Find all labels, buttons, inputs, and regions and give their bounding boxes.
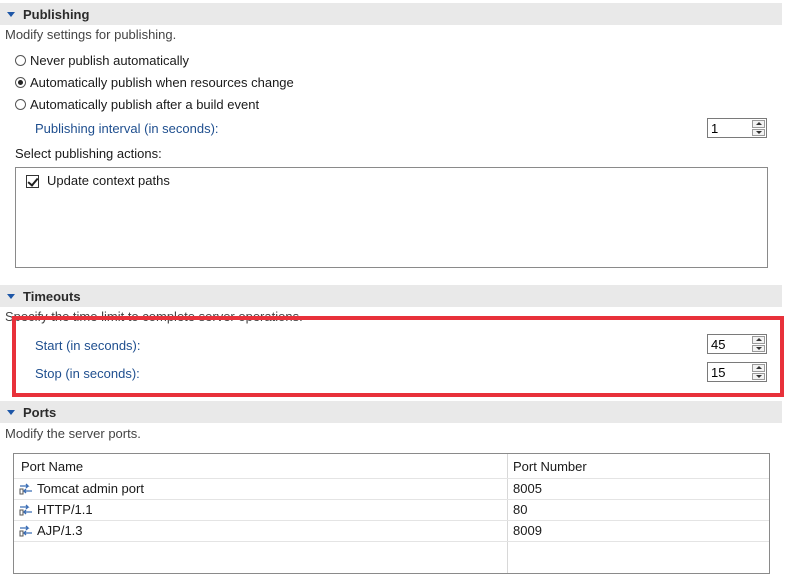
checkbox-checked-icon[interactable] xyxy=(26,175,39,188)
collapse-triangle-icon[interactable] xyxy=(7,409,15,415)
spin-up-button[interactable] xyxy=(752,364,765,372)
port-number-cell[interactable]: 8009 xyxy=(513,523,542,538)
radio-label: Automatically publish when resources cha… xyxy=(30,74,294,90)
spin-up-button[interactable] xyxy=(752,120,765,128)
ports-description: Modify the server ports. xyxy=(5,426,141,441)
timeouts-section-header[interactable]: Timeouts xyxy=(0,285,782,307)
radio-label: Never publish automatically xyxy=(30,52,189,68)
column-header-port-name[interactable]: Port Name xyxy=(21,459,83,474)
spin-down-button[interactable] xyxy=(752,344,765,352)
stop-timeout-input[interactable] xyxy=(708,363,755,381)
ports-table[interactable]: Port Name Port Number Tomcat admin port … xyxy=(13,453,770,574)
publishing-interval-label: Publishing interval (in seconds): xyxy=(35,121,219,136)
start-timeout-spinner[interactable] xyxy=(707,334,767,354)
collapse-triangle-icon[interactable] xyxy=(7,293,15,299)
port-link-icon xyxy=(19,504,32,516)
radio-never-publish[interactable]: Never publish automatically xyxy=(15,51,189,69)
spin-down-button[interactable] xyxy=(752,372,765,380)
ports-section-header[interactable]: Ports xyxy=(0,401,782,423)
action-update-context-paths[interactable]: Update context paths xyxy=(47,173,170,188)
stop-timeout-spinner[interactable] xyxy=(707,362,767,382)
port-name-cell[interactable]: Tomcat admin port xyxy=(37,481,144,496)
radio-label: Automatically publish after a build even… xyxy=(30,96,260,112)
table-row-empty xyxy=(14,541,769,563)
radio-selected-icon[interactable] xyxy=(15,76,26,88)
publishing-header-label: Publishing xyxy=(23,6,90,22)
start-timeout-input[interactable] xyxy=(708,335,755,353)
radio-publish-after-build[interactable]: Automatically publish after a build even… xyxy=(15,95,259,113)
radio-icon[interactable] xyxy=(15,54,26,66)
port-name-cell[interactable]: AJP/1.3 xyxy=(37,523,83,538)
radio-publish-on-change[interactable]: Automatically publish when resources cha… xyxy=(15,73,294,91)
arrow-down-icon xyxy=(755,130,762,134)
column-header-port-number[interactable]: Port Number xyxy=(513,459,587,474)
port-number-cell[interactable]: 8005 xyxy=(513,481,542,496)
table-row[interactable]: HTTP/1.1 80 xyxy=(14,499,769,521)
arrow-down-icon xyxy=(755,374,762,378)
publishing-actions-label: Select publishing actions: xyxy=(15,146,162,161)
publishing-description: Modify settings for publishing. xyxy=(5,27,177,42)
timeouts-description: Specify the time limit to complete serve… xyxy=(5,309,303,324)
publishing-actions-list[interactable]: Update context paths xyxy=(15,167,768,268)
stop-timeout-label: Stop (in seconds): xyxy=(35,366,140,381)
spin-up-button[interactable] xyxy=(752,336,765,344)
arrow-down-icon xyxy=(755,346,762,350)
publishing-section-header[interactable]: Publishing xyxy=(0,3,782,25)
port-link-icon xyxy=(19,483,32,495)
port-name-cell[interactable]: HTTP/1.1 xyxy=(37,502,93,517)
spin-down-button[interactable] xyxy=(752,128,765,136)
port-link-icon xyxy=(19,525,32,537)
arrow-up-icon xyxy=(755,366,762,370)
collapse-triangle-icon[interactable] xyxy=(7,11,15,17)
highlight-annotation-box xyxy=(12,316,784,397)
ports-header-label: Ports xyxy=(23,404,57,420)
port-number-cell[interactable]: 80 xyxy=(513,502,527,517)
arrow-up-icon xyxy=(755,338,762,342)
timeouts-header-label: Timeouts xyxy=(23,288,81,304)
publishing-interval-spinner[interactable] xyxy=(707,118,767,138)
publishing-interval-input[interactable] xyxy=(708,119,755,137)
radio-icon[interactable] xyxy=(15,98,26,110)
start-timeout-label: Start (in seconds): xyxy=(35,338,141,353)
table-row[interactable]: AJP/1.3 8009 xyxy=(14,520,769,542)
arrow-up-icon xyxy=(755,122,762,126)
table-row[interactable]: Tomcat admin port 8005 xyxy=(14,478,769,500)
